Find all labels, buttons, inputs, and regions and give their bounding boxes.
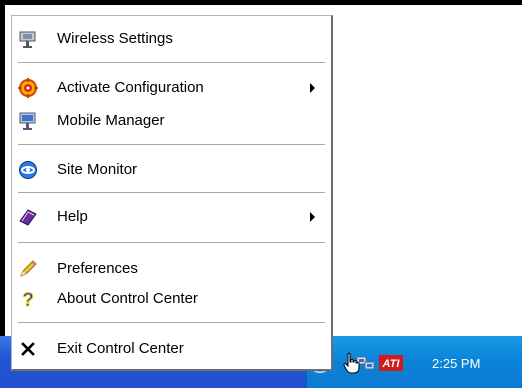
menu-item-label: Help bbox=[57, 208, 88, 225]
menu-item-site-monitor[interactable]: Site Monitor bbox=[12, 157, 330, 183]
menu-separator bbox=[18, 144, 325, 146]
menu-item-help[interactable]: Help bbox=[12, 204, 330, 230]
hand-cursor-icon bbox=[343, 352, 360, 374]
menu-item-label: Activate Configuration bbox=[57, 79, 204, 96]
menu-item-label: Preferences bbox=[57, 260, 138, 277]
control-center-context-menu: Wireless Settings Activate Configuration… bbox=[11, 15, 333, 371]
pencil-icon bbox=[20, 260, 37, 277]
menu-separator bbox=[18, 192, 325, 194]
system-tray bbox=[306, 336, 522, 388]
mobile-manager-icon bbox=[19, 112, 36, 130]
screen-frame-top bbox=[0, 0, 522, 5]
menu-item-exit-control-center[interactable]: Exit Control Center bbox=[12, 336, 330, 362]
wireless-settings-icon bbox=[19, 31, 36, 48]
menu-item-about-control-center[interactable]: ? About Control Center bbox=[12, 286, 330, 312]
menu-item-label: Wireless Settings bbox=[57, 30, 173, 47]
question-mark-icon: ? bbox=[22, 290, 35, 310]
screen-frame-left bbox=[0, 0, 5, 388]
help-book-icon bbox=[19, 209, 37, 226]
close-x-icon bbox=[21, 342, 35, 356]
menu-item-label: Exit Control Center bbox=[57, 340, 184, 357]
menu-item-preferences[interactable]: Preferences bbox=[12, 256, 330, 282]
menu-separator bbox=[18, 322, 325, 324]
submenu-arrow-icon bbox=[310, 83, 315, 93]
menu-item-activate-configuration[interactable]: Activate Configuration bbox=[12, 75, 330, 101]
submenu-arrow-icon bbox=[310, 212, 315, 222]
activate-configuration-icon bbox=[18, 78, 38, 98]
ati-icon[interactable]: ATI bbox=[379, 354, 403, 372]
menu-item-wireless-settings[interactable]: Wireless Settings bbox=[12, 26, 330, 52]
menu-item-label: About Control Center bbox=[57, 290, 198, 307]
menu-item-mobile-manager[interactable]: Mobile Manager bbox=[12, 108, 330, 134]
menu-item-label: Mobile Manager bbox=[57, 112, 165, 129]
menu-item-label: Site Monitor bbox=[57, 161, 138, 178]
menu-separator bbox=[18, 62, 325, 64]
site-monitor-icon bbox=[19, 161, 37, 179]
taskbar-clock[interactable]: 2:25 PM bbox=[432, 356, 480, 371]
menu-separator bbox=[18, 242, 325, 244]
svg-text:ATI: ATI bbox=[382, 358, 401, 370]
svg-text:?: ? bbox=[22, 290, 34, 309]
